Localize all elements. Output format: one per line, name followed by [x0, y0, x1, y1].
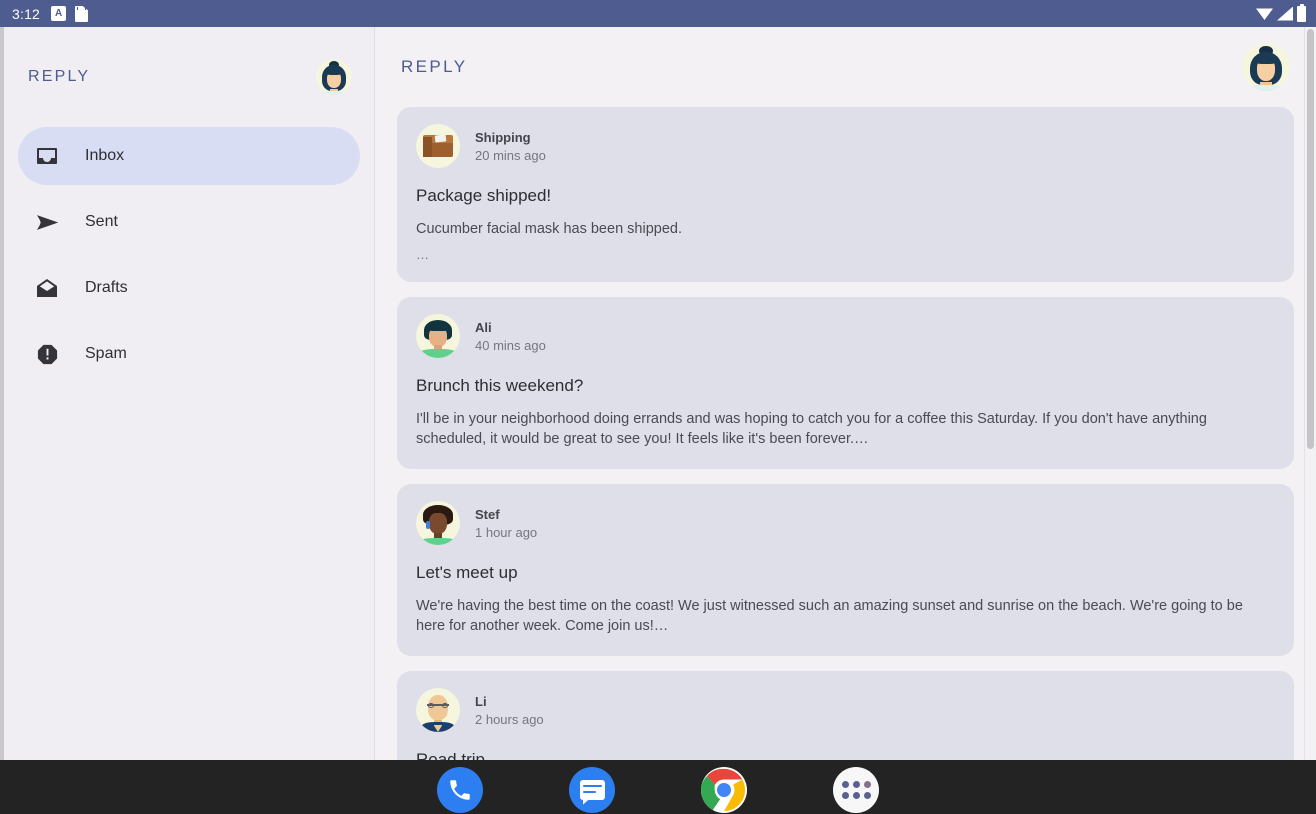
- main-panel: REPLY: [375, 27, 1316, 814]
- sidebar-item-drafts[interactable]: Drafts: [18, 259, 360, 317]
- battery-icon: [1297, 6, 1306, 22]
- navigation-sidebar: REPLY Inb: [4, 27, 375, 814]
- email-sender: Li: [475, 694, 544, 709]
- email-card-header: Li 2 hours ago: [416, 688, 1275, 732]
- status-left-icons: A: [51, 6, 88, 22]
- sidebar-item-spam[interactable]: Spam: [18, 325, 360, 383]
- drafts-icon: [33, 274, 61, 302]
- wifi-icon: [1256, 7, 1273, 20]
- avatar-shirt: [420, 538, 455, 545]
- avatar-glasses-right: [442, 703, 448, 708]
- drawer-dot: [842, 792, 849, 799]
- email-body: I'll be in your neighborhood doing erran…: [416, 409, 1246, 449]
- email-list-scrollbar[interactable]: [1304, 27, 1316, 814]
- email-card[interactable]: Stef 1 hour ago Let's meet up We're havi…: [397, 484, 1294, 656]
- email-sender: Ali: [475, 320, 546, 335]
- email-subject: Package shipped!: [416, 186, 1275, 206]
- email-card[interactable]: Ali 40 mins ago Brunch this weekend? I'l…: [397, 297, 1294, 469]
- email-truncation-ellipsis: …: [416, 247, 1275, 262]
- app-drawer-icon: [833, 767, 879, 813]
- email-subject: Brunch this weekend?: [416, 376, 1275, 396]
- avatar-face: [429, 513, 447, 534]
- dock-app-row: Phone Mess: [415, 767, 901, 814]
- spam-icon: [33, 340, 61, 368]
- system-dock: Phone Mess: [0, 760, 1316, 814]
- page-title: REPLY: [401, 57, 468, 77]
- dock-app-messages[interactable]: Mess: [547, 767, 637, 814]
- main-user-avatar[interactable]: [1242, 43, 1290, 91]
- message-bubble: [580, 780, 605, 800]
- email-body: Cucumber facial mask has been shipped.: [416, 219, 1246, 239]
- dock-app-chrome[interactable]: Chro: [679, 767, 769, 814]
- sidebar-item-inbox[interactable]: Inbox: [18, 127, 360, 185]
- sidebar-brand-title: REPLY: [28, 68, 90, 86]
- email-sender: Stef: [475, 507, 537, 522]
- message-line: [583, 785, 602, 787]
- email-timestamp: 1 hour ago: [475, 525, 537, 540]
- phone-icon: [437, 767, 483, 813]
- a-badge-icon: A: [51, 6, 66, 21]
- avatar-fringe: [1254, 54, 1279, 65]
- drawer-dot: [853, 792, 860, 799]
- avatar-body: [1249, 85, 1284, 91]
- sidebar-item-label: Inbox: [85, 147, 124, 165]
- avatar-glasses-left: [428, 703, 434, 708]
- drawer-dots: [842, 781, 871, 799]
- email-card-header: Shipping 20 mins ago: [416, 124, 1275, 168]
- email-sender: Shipping: [475, 130, 546, 145]
- main-header: REPLY: [375, 27, 1316, 107]
- status-clock: 3:12: [12, 6, 40, 22]
- email-subject: Let's meet up: [416, 563, 1275, 583]
- dock-app-drawer[interactable]: [811, 767, 901, 814]
- email-card-header: Ali 40 mins ago: [416, 314, 1275, 358]
- email-meta: Shipping 20 mins ago: [475, 130, 546, 163]
- box-shipping-label: [435, 134, 446, 142]
- email-timestamp: 20 mins ago: [475, 148, 546, 163]
- avatar-fringe: [325, 67, 344, 75]
- email-body: We're having the best time on the coast!…: [416, 596, 1246, 636]
- avatar-fringe: [427, 323, 451, 331]
- box-side: [423, 137, 432, 157]
- chrome-icon: [701, 767, 747, 813]
- ali-avatar: [416, 314, 460, 358]
- stef-avatar: [416, 501, 460, 545]
- avatar-shirt: [420, 349, 455, 358]
- email-list: Shipping 20 mins ago Package shipped! Cu…: [375, 107, 1316, 814]
- sidebar-user-avatar[interactable]: [316, 59, 352, 95]
- email-meta: Li 2 hours ago: [475, 694, 544, 727]
- sidebar-item-label: Sent: [85, 213, 118, 231]
- li-avatar: [416, 688, 460, 732]
- status-bar: 3:12 A: [0, 0, 1316, 27]
- inbox-icon: [33, 142, 61, 170]
- sidebar-item-sent[interactable]: Sent: [18, 193, 360, 251]
- drawer-dot: [864, 792, 871, 799]
- email-timestamp: 40 mins ago: [475, 338, 546, 353]
- dock-app-phone[interactable]: Phone: [415, 767, 505, 814]
- avatar-body: [321, 91, 347, 95]
- email-card-header: Stef 1 hour ago: [416, 501, 1275, 545]
- send-icon: [33, 208, 61, 236]
- android-tablet-screen: 3:12 A REPLY: [0, 0, 1316, 814]
- sidebar-header: REPLY: [4, 27, 374, 127]
- sidebar-item-label: Spam: [85, 345, 127, 363]
- scrollbar-thumb[interactable]: [1307, 29, 1314, 449]
- package-box-icon: [416, 124, 460, 168]
- messages-icon: [569, 767, 615, 813]
- email-card[interactable]: Shipping 20 mins ago Package shipped! Cu…: [397, 107, 1294, 282]
- sidebar-nav-list: Inbox Sent: [4, 127, 374, 383]
- signal-icon: [1277, 7, 1293, 21]
- app-body: REPLY Inb: [0, 27, 1316, 814]
- email-meta: Ali 40 mins ago: [475, 320, 546, 353]
- drawer-dot: [864, 781, 871, 788]
- avatar-earring: [426, 521, 430, 529]
- drawer-dot: [842, 781, 849, 788]
- sidebar-item-label: Drafts: [85, 279, 128, 297]
- drawer-dot: [853, 781, 860, 788]
- status-right-icons: [1256, 6, 1306, 22]
- message-line: [583, 791, 596, 793]
- sd-card-icon: [75, 6, 88, 22]
- email-timestamp: 2 hours ago: [475, 712, 544, 727]
- email-meta: Stef 1 hour ago: [475, 507, 537, 540]
